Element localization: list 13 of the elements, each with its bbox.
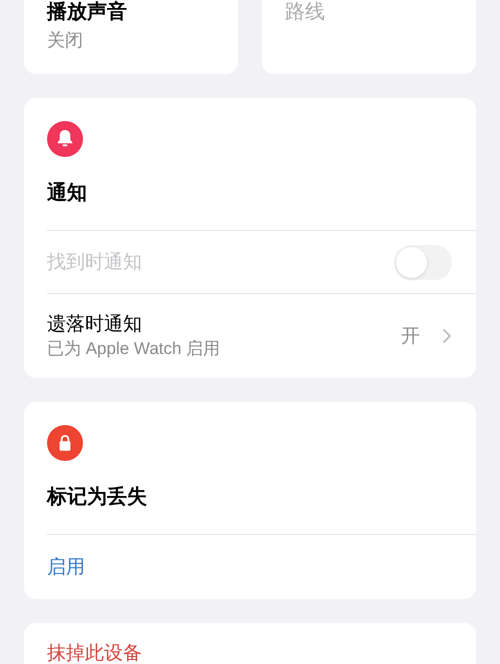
tile-title: 播放声音: [47, 0, 128, 24]
enable-link[interactable]: 启用: [47, 554, 85, 580]
section-title: 标记为丢失: [47, 485, 148, 509]
setting-detail: 已为 Apple Watch 启用: [47, 338, 220, 360]
setting-label: 遗落时通知: [47, 313, 142, 337]
erase-device-link[interactable]: 抹掉此设备: [47, 643, 142, 664]
tile-title: 路线: [285, 0, 326, 24]
tile-subtitle: 关闭: [47, 30, 84, 50]
setting-label: 找到时通知: [47, 251, 143, 275]
setting-value: 开: [401, 325, 420, 349]
section-title: 通知: [47, 181, 88, 205]
setting-row[interactable]: 遗落时通知 已为 Apple Watch 启用 开: [47, 293, 476, 378]
chevron-icon: [442, 328, 452, 344]
